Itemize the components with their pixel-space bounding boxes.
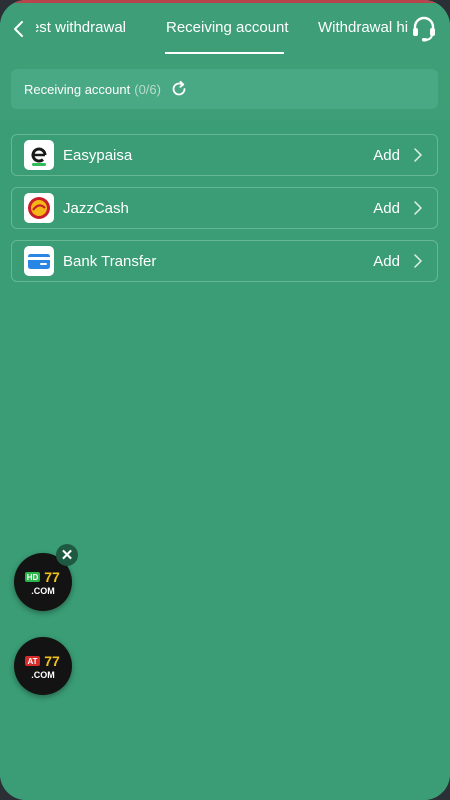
refresh-icon[interactable] bbox=[170, 80, 188, 98]
summary-label: Receiving account bbox=[24, 81, 131, 97]
method-row-easypaisa[interactable]: Easypaisa Add bbox=[11, 134, 438, 176]
tab-withdrawal-history[interactable]: Withdrawal history bbox=[318, 19, 408, 36]
svg-text:.COM: .COM bbox=[31, 586, 55, 596]
tab-request-withdrawal[interactable]: Request withdrawal bbox=[36, 19, 126, 36]
chevron-right-icon bbox=[414, 254, 422, 268]
close-ad-button[interactable]: ✕ bbox=[56, 544, 78, 566]
svg-text:HD: HD bbox=[27, 573, 39, 582]
add-button[interactable]: Add bbox=[373, 200, 400, 217]
svg-text:.COM: .COM bbox=[31, 670, 55, 680]
account-count: (0/6) bbox=[134, 81, 161, 97]
method-row-bank-transfer[interactable]: Bank Transfer Add bbox=[11, 240, 438, 282]
svg-text:77: 77 bbox=[44, 569, 60, 585]
close-icon: ✕ bbox=[60, 547, 74, 564]
svg-text:AT: AT bbox=[27, 657, 37, 666]
method-name: Bank Transfer bbox=[63, 252, 157, 270]
app-frame: Request withdrawal Receiving account Wit… bbox=[0, 0, 450, 800]
add-button[interactable]: Add bbox=[373, 147, 400, 164]
chevron-right-icon bbox=[414, 148, 422, 162]
active-tab-underline bbox=[165, 52, 284, 54]
method-row-jazzcash[interactable]: JazzCash Add bbox=[11, 187, 438, 229]
jazzcash-logo bbox=[24, 193, 54, 223]
add-button[interactable]: Add bbox=[373, 253, 400, 270]
floating-ad-at77[interactable]: AT 77 .COM bbox=[14, 637, 72, 695]
chevron-left-icon bbox=[14, 21, 23, 37]
method-name: JazzCash bbox=[63, 199, 129, 217]
at77-logo: AT 77 .COM bbox=[25, 653, 60, 680]
tab-receiving-account[interactable]: Receiving account bbox=[166, 19, 289, 36]
customer-support-button[interactable] bbox=[410, 14, 438, 42]
receiving-account-summary: Receiving account (0/6) bbox=[11, 69, 438, 109]
chevron-right-icon bbox=[414, 201, 422, 215]
payment-method-list: Easypaisa Add JazzCash Add Bank Transfer… bbox=[0, 120, 450, 800]
method-name: Easypaisa bbox=[63, 146, 133, 164]
back-button[interactable] bbox=[6, 14, 32, 44]
svg-text:77: 77 bbox=[44, 653, 60, 669]
easypaisa-logo bbox=[24, 140, 54, 170]
tab-strip: Request withdrawal Receiving account Wit… bbox=[36, 0, 408, 56]
bank-card-icon bbox=[24, 246, 54, 276]
top-navigation-bar: Request withdrawal Receiving account Wit… bbox=[0, 0, 450, 56]
headset-icon bbox=[413, 16, 435, 42]
